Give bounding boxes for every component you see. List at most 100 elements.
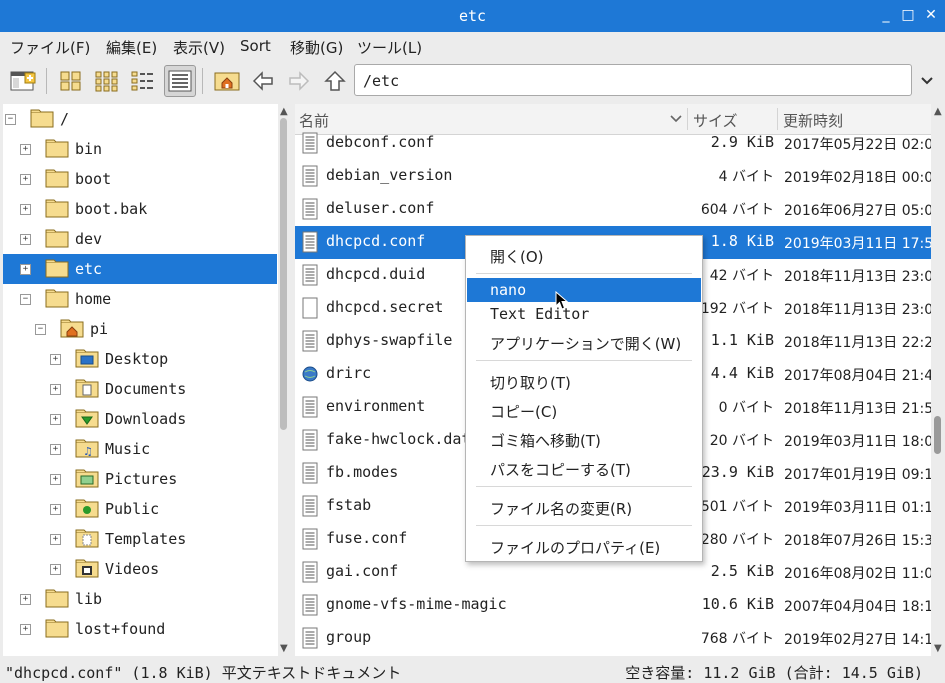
icon-view-button[interactable] <box>56 66 86 96</box>
tree-item-root[interactable]: − / <box>3 104 277 134</box>
tree-item-lost-found[interactable]: + lost+found <box>3 614 277 644</box>
home-button[interactable] <box>212 66 242 96</box>
tree-item-boot-bak[interactable]: + boot.bak <box>3 194 277 224</box>
menu-item-copy[interactable]: コピー(C) <box>467 398 701 422</box>
tree-item-Downloads[interactable]: + Downloads <box>3 404 277 434</box>
menu-item-copy-path[interactable]: パスをコピーする(T) <box>467 456 701 480</box>
expander-icon[interactable]: + <box>20 624 31 635</box>
forward-arrow-icon <box>289 71 310 91</box>
file-size: 1.8 KiB <box>710 232 774 250</box>
menu-item-cut[interactable]: 切り取り(T) <box>467 369 701 393</box>
tree-item-pi[interactable]: − pi <box>3 314 277 344</box>
menu-file[interactable]: ファイル(F) <box>10 37 90 58</box>
tree-item-label: boot <box>75 170 112 188</box>
detailed-list-view-button[interactable] <box>164 65 196 97</box>
expander-icon[interactable]: + <box>20 234 31 245</box>
menu-item-trash[interactable]: ゴミ箱へ移動(T) <box>467 427 701 451</box>
tree-item-label: pi <box>90 320 109 338</box>
expander-icon[interactable]: + <box>20 204 31 215</box>
file-name: debian_version <box>326 166 453 184</box>
new-window-icon <box>10 71 36 91</box>
globe-file-icon <box>302 366 318 382</box>
menu-item-nano[interactable]: nano <box>467 278 701 302</box>
tree-item-dev[interactable]: + dev <box>3 224 277 254</box>
tree-item-Pictures[interactable]: + Pictures <box>3 464 277 494</box>
tree-item-boot[interactable]: + boot <box>3 164 277 194</box>
back-button[interactable] <box>248 66 278 96</box>
compact-view-button[interactable] <box>128 66 158 96</box>
expander-icon[interactable]: + <box>20 264 31 275</box>
folder-icon <box>45 619 69 638</box>
file-modified: 2019年03月11日 01:13 <box>784 500 931 516</box>
expander-icon[interactable]: + <box>20 594 31 605</box>
file-row[interactable]: gnome-vfs-mime-magic 10.6 KiB 2007年04月04日 … <box>295 589 931 622</box>
tree-item-label: Desktop <box>105 350 169 368</box>
expander-icon[interactable]: + <box>20 144 31 155</box>
menu-view[interactable]: 表示(V) <box>173 37 225 58</box>
tree-item-label: Videos <box>105 560 160 578</box>
expander-icon[interactable]: + <box>50 354 61 365</box>
tree-scrollbar[interactable]: ▲ ▼ <box>278 104 290 656</box>
forward-button[interactable] <box>284 66 314 96</box>
tree-item-home[interactable]: − home <box>3 284 277 314</box>
file-list-scrollbar[interactable]: ▲ ▼ <box>931 104 944 656</box>
thumbnail-view-button[interactable] <box>92 66 122 96</box>
file-row[interactable]: group 768 バイト 2019年02月27日 14:16 <box>295 622 931 655</box>
menu-go[interactable]: 移動(G) <box>290 37 343 58</box>
location-history-button[interactable] <box>914 66 940 96</box>
expander-icon[interactable]: − <box>20 294 31 305</box>
maximize-button[interactable]: □ <box>898 5 918 25</box>
directory-tree: − / + bin + boot + boot.bak + dev + etc − home − pi + Des… <box>3 104 290 656</box>
expander-icon[interactable]: + <box>50 534 61 545</box>
menu-item-open-with[interactable]: アプリケーションで開く(W) <box>467 330 701 354</box>
up-button[interactable] <box>320 66 350 96</box>
file-modified: 2007年04月04日 18:14 <box>784 599 931 615</box>
file-name: fstab <box>326 496 372 514</box>
menu-item-text-editor[interactable]: Text Editor <box>467 302 701 326</box>
new-window-button[interactable] <box>8 66 38 96</box>
file-row[interactable]: debconf.conf 2.9 KiB 2017年05月22日 02:08 <box>295 127 931 160</box>
text-file-icon <box>302 627 318 649</box>
tree-item-Public[interactable]: + Public <box>3 494 277 524</box>
menu-item-properties[interactable]: ファイルのプロパティ(E) <box>467 534 701 558</box>
pictures-folder-icon <box>75 469 99 488</box>
folder-icon <box>45 229 69 248</box>
tree-item-etc[interactable]: + etc <box>3 254 277 284</box>
close-button[interactable]: ✕ <box>921 5 941 25</box>
menu-item-rename[interactable]: ファイル名の変更(R) <box>467 495 701 519</box>
expander-icon[interactable]: + <box>20 174 31 185</box>
tree-item-Music[interactable]: + ♫ Music <box>3 434 277 464</box>
expander-icon[interactable]: + <box>50 474 61 485</box>
tree-item-lib[interactable]: + lib <box>3 584 277 614</box>
menu-item-open[interactable]: 開く(O) <box>467 243 701 267</box>
file-row[interactable]: debian_version 4 バイト 2019年02月18日 00:05 <box>295 160 931 193</box>
expander-icon[interactable]: + <box>50 444 61 455</box>
file-modified: 2019年02月27日 14:16 <box>784 632 931 648</box>
menu-sort[interactable]: Sort <box>240 37 271 55</box>
expander-icon[interactable]: + <box>50 384 61 395</box>
expander-icon[interactable]: − <box>35 324 46 335</box>
file-size: 2.9 KiB <box>710 133 774 151</box>
location-input[interactable]: /etc <box>354 64 912 96</box>
status-bar: "dhcpcd.conf" (1.8 KiB) 平文テキストドキュメント 空き容… <box>0 658 945 683</box>
file-row[interactable]: deluser.conf 604 バイト 2016年06月27日 05:00 <box>295 193 931 226</box>
tree-item-Templates[interactable]: + Templates <box>3 524 277 554</box>
expander-icon[interactable]: + <box>50 414 61 425</box>
minimize-button[interactable]: _ <box>876 5 896 25</box>
text-file-icon <box>302 330 318 352</box>
expander-icon[interactable]: − <box>5 114 16 125</box>
folder-icon <box>30 109 54 128</box>
expander-icon[interactable]: + <box>50 564 61 575</box>
file-name: debconf.conf <box>326 133 435 151</box>
tree-item-Desktop[interactable]: + Desktop <box>3 344 277 374</box>
tree-item-bin[interactable]: + bin <box>3 134 277 164</box>
tree-item-Documents[interactable]: + Documents <box>3 374 277 404</box>
expander-icon[interactable]: + <box>50 504 61 515</box>
menu-tools[interactable]: ツール(L) <box>357 37 422 58</box>
menu-edit[interactable]: 編集(E) <box>106 37 157 58</box>
tree-item-Videos[interactable]: + Videos <box>3 554 277 584</box>
back-arrow-icon <box>252 71 273 91</box>
text-file-icon <box>302 561 318 583</box>
detailed-list-icon <box>168 70 192 92</box>
file-modified: 2018年11月13日 23:02 <box>784 269 931 285</box>
